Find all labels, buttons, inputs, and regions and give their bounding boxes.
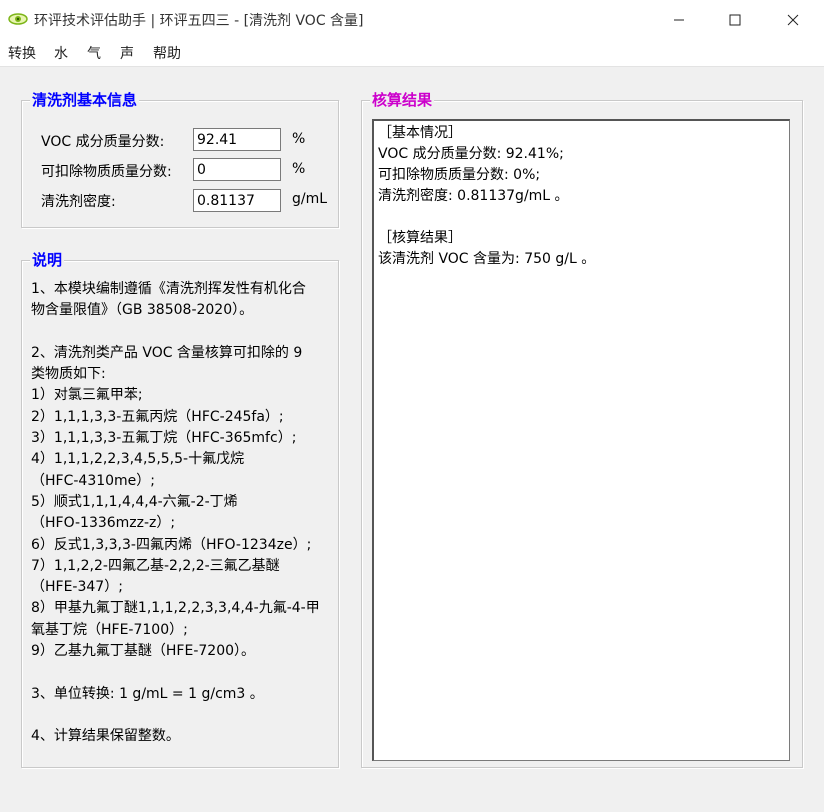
window-title: 环评技术评估助手 | 环评五四三 - [清洗剂 VOC 含量] [34,13,364,29]
note-line: 类物质如下: [31,366,106,383]
menu-help[interactable]: 帮助 [153,43,181,63]
note-line: 4、计算结果保留整数。 [31,728,180,745]
note-line: 6）反式1,3,3,3-四氟丙烯（HFO-1234ze）; [31,536,312,553]
note-line: 3）1,1,1,3,3-五氟丁烷（HFC-365mfc）; [31,430,297,447]
note-line: 2）1,1,1,3,3-五氟丙烷（HFC-245fa）; [31,408,284,425]
note-line [31,322,331,343]
notes-body: 1、本模块编制遵循《清洗剂挥发性有机化合 物含量限值》（GB 38508-2020… [31,279,331,748]
note-line: （HFE-347）; [31,579,123,596]
result-line: ［核算结果］ [378,230,462,246]
result-line: 该清洗剂 VOC 含量为: 750 g/L 。 [378,251,596,267]
maximize-icon [729,14,741,26]
note-line [31,705,331,726]
note-line: 1）对氯三氟甲苯; [31,387,143,404]
result-line: 可扣除物质质量分数: 0%; [378,167,541,183]
close-icon [787,14,799,26]
note-line: 2、清洗剂类产品 VOC 含量核算可扣除的 9 [31,344,303,361]
basic-info-group: 清洗剂基本信息 VOC 成分质量分数: % 可扣除物质质量分数: % 清洗剂密度… [21,90,339,228]
note-line: 氧基丁烷（HFE-7100）; [31,621,188,638]
note-line: 9）乙基九氟丁基醚（HFE-7200）。 [31,643,256,660]
notes-group: 说明 1、本模块编制遵循《清洗剂挥发性有机化合 物含量限值》（GB 38508-2… [21,250,339,768]
results-body: ［基本情况］ VOC 成分质量分数: 92.41%; 可扣除物质质量分数: 0%; 清… [374,121,789,270]
note-line: 4）1,1,1,2,2,3,4,5,5,5-十氟戊烷 [31,451,245,468]
minimize-button[interactable] [650,0,708,40]
menu-water[interactable]: 水 [54,43,68,63]
voc-fraction-input[interactable] [193,128,281,151]
deductible-fraction-input[interactable] [193,158,281,181]
results-title: 核算结果 [370,90,435,110]
result-line: VOC 成分质量分数: 92.41%; [378,146,564,162]
density-unit: g/mL [292,191,328,207]
menu-noise[interactable]: 声 [120,43,134,63]
menu-air[interactable]: 气 [87,43,101,63]
deductible-fraction-label: 可扣除物质质量分数: [41,164,172,180]
note-line: 5）顺式1,1,1,4,4,4-六氟-2-丁烯 [31,493,238,510]
menu-bar: 转换 水 气 声 帮助 [0,40,824,67]
maximize-button[interactable] [706,0,764,40]
basic-info-title: 清洗剂基本信息 [30,90,140,110]
note-line: 3、单位转换: 1 g/mL = 1 g/cm3 。 [31,685,264,702]
results-textbox[interactable]: ［基本情况］ VOC 成分质量分数: 92.41%; 可扣除物质质量分数: 0%; 清… [372,119,790,761]
voc-fraction-unit: % [292,131,306,147]
title-bar: 环评技术评估助手 | 环评五四三 - [清洗剂 VOC 含量] [0,0,824,40]
result-line: ［基本情况］ [378,125,462,141]
close-button[interactable] [764,0,822,40]
notes-title: 说明 [30,250,65,270]
note-line: 物含量限值》（GB 38508-2020）。 [31,302,254,319]
result-line: 清洗剂密度: 0.81137g/mL 。 [378,188,569,204]
menu-convert[interactable]: 转换 [8,43,36,63]
note-line: 1、本模块编制遵循《清洗剂挥发性有机化合 [31,281,306,297]
note-line: （HFC-4310me）; [31,472,156,489]
minimize-icon [674,19,684,21]
eye-logo-icon [8,13,28,25]
note-line: 8）甲基九氟丁醚1,1,1,2,2,3,3,4,4-九氟-4-甲 [31,600,320,617]
note-line: （HFO-1336mzz-z）; [31,515,176,532]
voc-fraction-label: VOC 成分质量分数: [41,134,165,150]
density-label: 清洗剂密度: [41,194,116,210]
density-input[interactable] [193,189,281,212]
note-line: 7）1,1,2,2-四氟乙基-2,2,2-三氟乙基醚 [31,557,280,574]
note-line [31,662,331,683]
deductible-fraction-unit: % [292,161,306,177]
result-line [374,207,789,228]
